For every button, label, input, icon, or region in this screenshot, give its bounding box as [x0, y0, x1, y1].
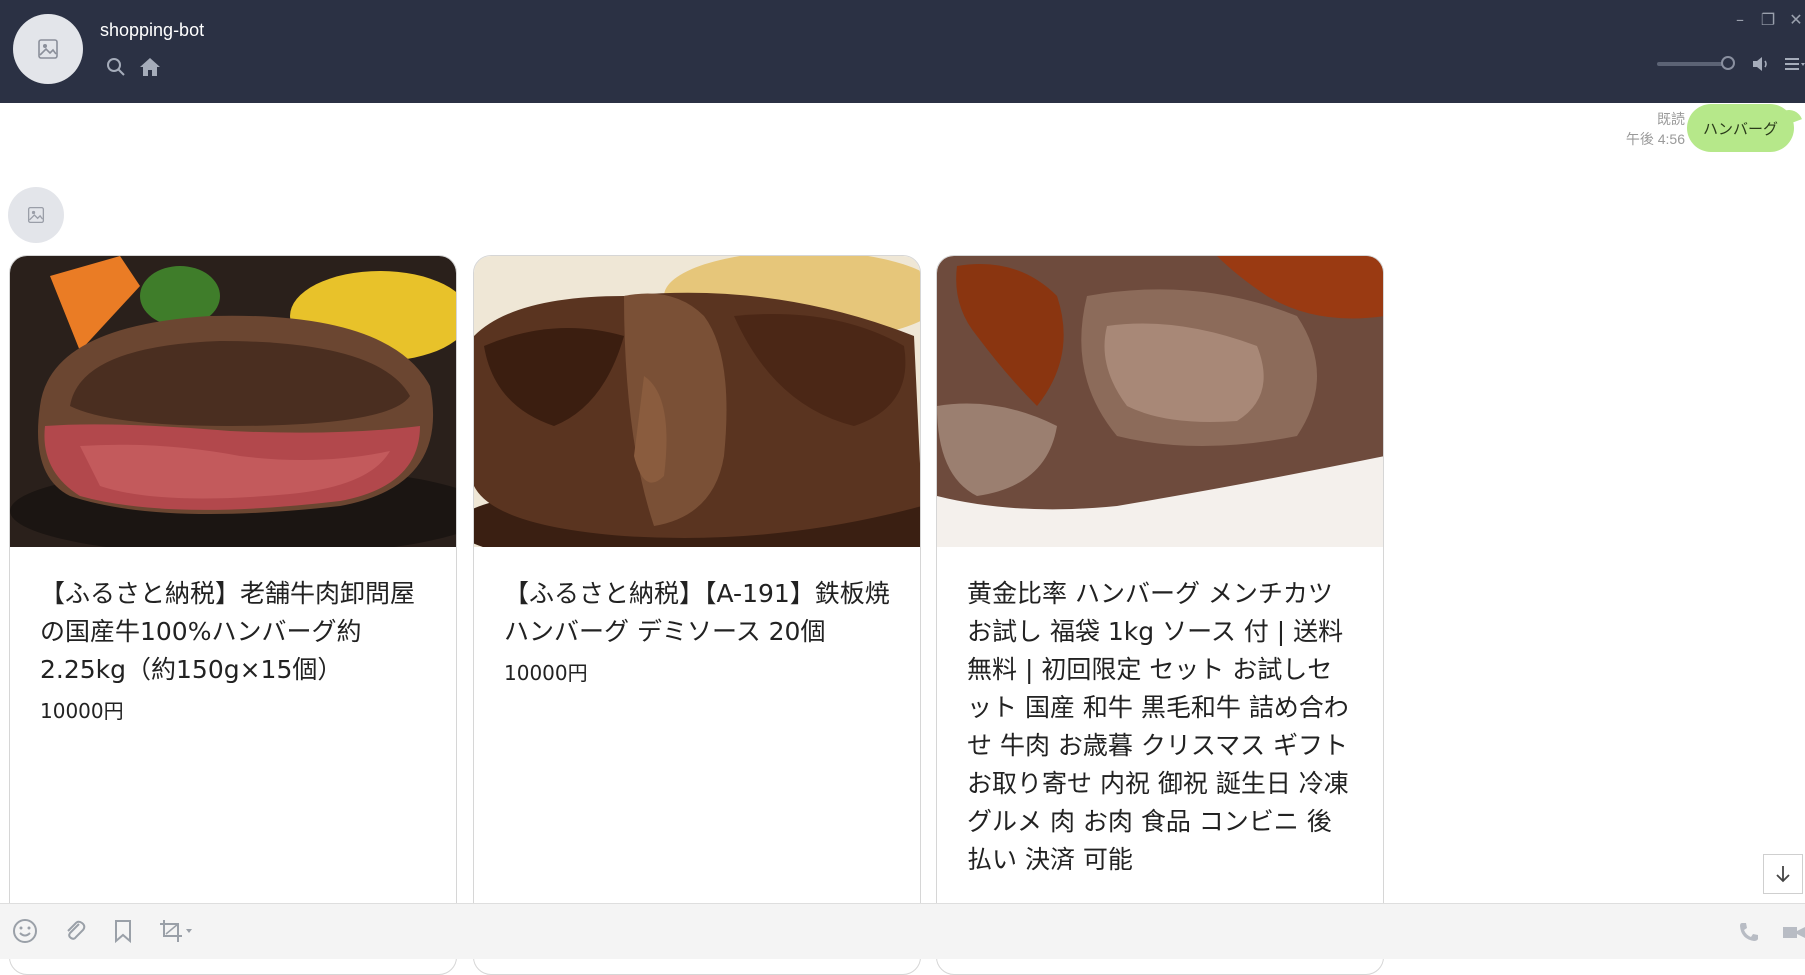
message-text: ハンバーグ	[1702, 119, 1778, 138]
chat-avatar[interactable]	[13, 14, 83, 84]
image-placeholder-icon	[38, 39, 58, 59]
attach-icon[interactable]	[62, 918, 88, 948]
product-price: 10000円	[504, 661, 588, 685]
scroll-to-bottom-button[interactable]	[1763, 854, 1803, 894]
menu-icon[interactable]	[1785, 56, 1805, 76]
product-image[interactable]	[10, 256, 456, 547]
product-card[interactable]: 【ふるさと納税】【A-191】鉄板焼 ハンバーグ デミソース 20個 10000…	[473, 255, 921, 975]
video-icon[interactable]	[1783, 922, 1805, 946]
input-toolbar	[0, 903, 1805, 959]
outgoing-message-bubble[interactable]: ハンバーグ	[1686, 104, 1794, 152]
message-meta: 既読 午後 4:56	[1626, 109, 1685, 149]
close-icon[interactable]: ✕	[1787, 10, 1805, 29]
product-image[interactable]	[474, 256, 920, 547]
search-icon[interactable]	[106, 57, 126, 81]
product-card[interactable]: 黄金比率 ハンバーグ メンチカツ お試し 福袋 1kg ソース 付 | 送料無料…	[936, 255, 1384, 975]
arrow-down-icon	[1776, 866, 1790, 883]
product-price: 10000円	[40, 699, 124, 723]
phone-icon[interactable]	[1737, 920, 1761, 948]
minimize-icon[interactable]: –	[1731, 10, 1749, 29]
read-status: 既読	[1657, 111, 1685, 127]
volume-slider[interactable]	[1657, 56, 1735, 70]
chat-title: shopping-bot	[100, 20, 205, 40]
product-card[interactable]: 【ふるさと納税】老舗牛肉卸問屋の国産牛100%ハンバーグ約2.25kg（約150…	[9, 255, 457, 975]
volume-handle[interactable]	[1721, 56, 1735, 70]
emoji-icon[interactable]	[12, 918, 38, 948]
image-placeholder-icon	[27, 206, 45, 224]
product-image[interactable]	[937, 256, 1383, 547]
speaker-icon[interactable]	[1751, 55, 1771, 77]
chat-header: shopping-bot – ❐ ✕	[0, 0, 1805, 103]
bot-avatar[interactable]	[8, 187, 64, 243]
product-title: 黄金比率 ハンバーグ メンチカツ お試し 福袋 1kg ソース 付 | 送料無料…	[967, 579, 1349, 874]
product-title: 【ふるさと納税】【A-191】鉄板焼 ハンバーグ デミソース 20個	[504, 579, 890, 646]
window-controls: – ❐ ✕	[1731, 10, 1805, 29]
restore-icon[interactable]: ❐	[1759, 10, 1777, 29]
message-time: 午後 4:56	[1625, 131, 1685, 147]
bookmark-icon[interactable]	[112, 918, 134, 948]
crop-icon[interactable]	[158, 918, 194, 948]
product-title: 【ふるさと納税】老舗牛肉卸問屋の国産牛100%ハンバーグ約2.25kg（約150…	[40, 579, 416, 684]
home-icon[interactable]	[138, 56, 162, 82]
